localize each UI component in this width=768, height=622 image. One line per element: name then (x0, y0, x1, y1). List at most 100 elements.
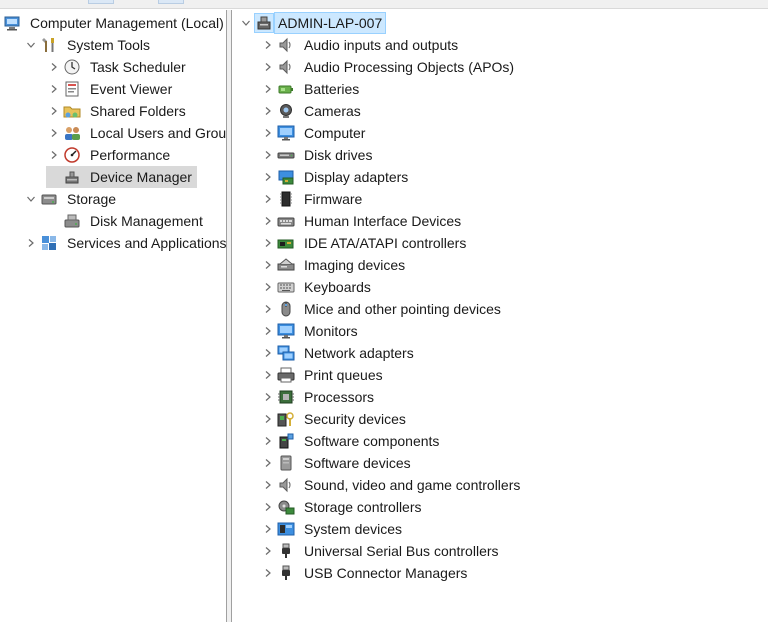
tree-item-label: Storage controllers (304, 499, 422, 515)
chevron-right-icon[interactable] (260, 342, 276, 364)
chevron-right-icon[interactable] (260, 56, 276, 78)
chevron-right-icon[interactable] (260, 518, 276, 540)
device-category-mice-and-other-pointing-devices[interactable]: Mice and other pointing devices (260, 298, 504, 320)
storage-controller-icon (276, 497, 296, 517)
device-category-print-queues[interactable]: Print queues (260, 364, 386, 386)
system-devices-icon (276, 519, 296, 539)
chevron-right-icon[interactable] (260, 430, 276, 452)
tree-item-label: Computer Management (Local) (30, 15, 224, 31)
device-category-batteries[interactable]: Batteries (260, 78, 362, 100)
device-category-software-components[interactable]: Software components (260, 430, 442, 452)
tree-item-label: Mice and other pointing devices (304, 301, 501, 317)
chevron-right-icon[interactable] (260, 166, 276, 188)
chevron-right-icon[interactable] (260, 188, 276, 210)
device-category-universal-serial-bus-controllers[interactable]: Universal Serial Bus controllers (260, 540, 502, 562)
chevron-right-icon[interactable] (260, 386, 276, 408)
console-tree-pane[interactable]: Computer Management (Local) System Tools T… (0, 10, 226, 622)
device-category-monitors[interactable]: Monitors (260, 320, 361, 342)
chevron-right-icon[interactable] (260, 276, 276, 298)
speaker-icon (276, 57, 296, 77)
tree-item-task-scheduler[interactable]: Task Scheduler (46, 56, 189, 78)
tree-item-device-manager[interactable]: Device Manager (46, 166, 197, 188)
tree-item-label: Universal Serial Bus controllers (304, 543, 499, 559)
device-category-imaging-devices[interactable]: Imaging devices (260, 254, 408, 276)
tree-item-label: Audio inputs and outputs (304, 37, 459, 53)
device-category-audio-inputs-and-outputs[interactable]: Audio inputs and outputs (260, 34, 461, 56)
chevron-right-icon[interactable] (260, 364, 276, 386)
tree-item-label: Performance (90, 147, 171, 163)
security-icon (276, 409, 296, 429)
chevron-right-icon[interactable] (260, 144, 276, 166)
device-category-storage-controllers[interactable]: Storage controllers (260, 496, 425, 518)
device-category-system-devices[interactable]: System devices (260, 518, 405, 540)
device-category-display-adapters[interactable]: Display adapters (260, 166, 411, 188)
tree-item-label: Print queues (304, 367, 383, 383)
chevron-down-icon[interactable] (23, 188, 39, 210)
tree-item-performance[interactable]: Performance (46, 144, 173, 166)
chevron-right-icon[interactable] (260, 254, 276, 276)
chevron-right-icon[interactable] (260, 540, 276, 562)
printer-icon (276, 365, 296, 385)
device-category-disk-drives[interactable]: Disk drives (260, 144, 375, 166)
services-icon (39, 233, 59, 253)
chevron-right-icon[interactable] (260, 122, 276, 144)
chevron-right-icon[interactable] (260, 474, 276, 496)
chevron-right-icon[interactable] (46, 56, 62, 78)
device-category-cameras[interactable]: Cameras (260, 100, 364, 122)
chevron-right-icon[interactable] (260, 452, 276, 474)
tree-item-system-tools[interactable]: System Tools (23, 34, 153, 56)
software-device-icon (276, 453, 296, 473)
tree-item-shared-folders[interactable]: Shared Folders (46, 100, 189, 122)
tree-item-label: Task Scheduler (90, 59, 186, 75)
device-tree-pane[interactable]: ADMIN-LAP-007 Audio inputs and outputs Aud… (232, 10, 768, 622)
device-category-audio-processing-objects-apos[interactable]: Audio Processing Objects (APOs) (260, 56, 517, 78)
chevron-right-icon[interactable] (260, 34, 276, 56)
chevron-right-icon[interactable] (260, 210, 276, 232)
chevron-right-icon[interactable] (260, 78, 276, 100)
hid-icon (276, 211, 296, 231)
toolbar-strip (0, 0, 768, 9)
toolbar-button[interactable] (88, 0, 114, 4)
tree-item-event-viewer[interactable]: Event Viewer (46, 78, 175, 100)
chevron-right-icon[interactable] (46, 78, 62, 100)
tree-item-services-and-applications[interactable]: Services and Applications (23, 232, 226, 254)
tree-item-label: Sound, video and game controllers (304, 477, 521, 493)
firmware-icon (276, 189, 296, 209)
chevron-right-icon[interactable] (260, 496, 276, 518)
device-category-sound-video-and-game-controllers[interactable]: Sound, video and game controllers (260, 474, 523, 496)
device-category-keyboards[interactable]: Keyboards (260, 276, 374, 298)
tree-item-label: Computer (304, 125, 366, 141)
network-icon (276, 343, 296, 363)
chevron-right-icon[interactable] (46, 122, 62, 144)
chevron-placeholder (46, 166, 62, 188)
battery-icon (276, 79, 296, 99)
chevron-right-icon[interactable] (260, 408, 276, 430)
device-category-firmware[interactable]: Firmware (260, 188, 365, 210)
chevron-right-icon[interactable] (260, 298, 276, 320)
tree-item-computer-management-local[interactable]: Computer Management (Local) (0, 12, 226, 34)
chevron-right-icon[interactable] (23, 232, 39, 254)
chevron-right-icon[interactable] (260, 320, 276, 342)
toolbar-button[interactable] (158, 0, 184, 4)
tree-item-disk-management[interactable]: Disk Management (46, 210, 206, 232)
tree-item-storage[interactable]: Storage (23, 188, 119, 210)
chevron-down-icon[interactable] (23, 34, 39, 56)
device-category-ide-ata-atapi-controllers[interactable]: IDE ATA/ATAPI controllers (260, 232, 469, 254)
tree-item-label: Firmware (304, 191, 363, 207)
chevron-down-icon[interactable] (238, 12, 254, 34)
device-category-human-interface-devices[interactable]: Human Interface Devices (260, 210, 464, 232)
chevron-right-icon[interactable] (260, 100, 276, 122)
device-category-usb-connector-managers[interactable]: USB Connector Managers (260, 562, 470, 584)
chevron-right-icon[interactable] (260, 562, 276, 584)
chevron-right-icon[interactable] (46, 144, 62, 166)
disk-management-icon (62, 211, 82, 231)
device-category-processors[interactable]: Processors (260, 386, 377, 408)
device-tree-root[interactable]: ADMIN-LAP-007 (238, 12, 387, 34)
device-category-computer[interactable]: Computer (260, 122, 368, 144)
device-category-security-devices[interactable]: Security devices (260, 408, 409, 430)
chevron-right-icon[interactable] (46, 100, 62, 122)
tree-item-local-users-and-groups[interactable]: Local Users and Groups (46, 122, 226, 144)
device-category-software-devices[interactable]: Software devices (260, 452, 414, 474)
device-category-network-adapters[interactable]: Network adapters (260, 342, 417, 364)
chevron-right-icon[interactable] (260, 232, 276, 254)
